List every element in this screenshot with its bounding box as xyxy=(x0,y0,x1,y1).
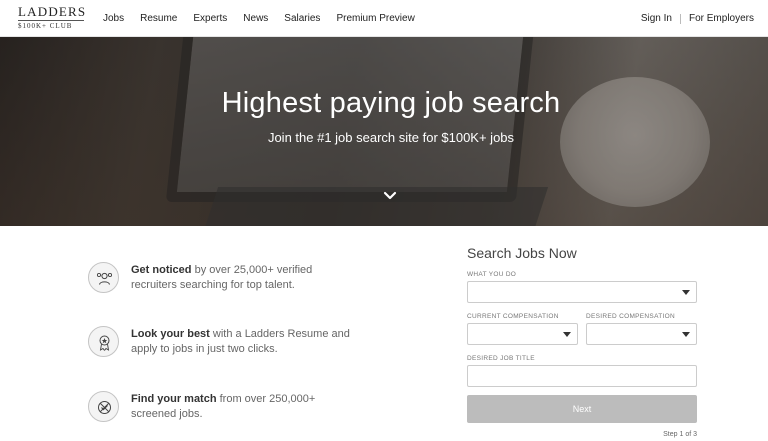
feature-look-your-best: Look your best with a Ladders Resume and… xyxy=(88,326,350,366)
caret-down-icon xyxy=(563,332,571,337)
step-indicator: Step 1 of 3 xyxy=(663,431,697,438)
feature-heading: Get noticed xyxy=(131,264,192,276)
hero-banner: Highest paying job search Join the #1 jo… xyxy=(0,37,768,226)
current-compensation-select[interactable] xyxy=(467,323,578,345)
what-you-do-label: WHAT YOU DO xyxy=(467,271,517,278)
feature-text: Find your match from over 250,000+ scree… xyxy=(131,392,361,422)
ladders-logo[interactable]: LADDERS $100K+ CLUB xyxy=(18,4,87,31)
feature-text: Look your best with a Ladders Resume and… xyxy=(131,327,361,357)
sign-in-link[interactable]: Sign In xyxy=(641,13,672,25)
current-compensation-group: CURRENT COMPENSATION xyxy=(467,313,578,345)
logo-divider xyxy=(18,20,84,21)
nav-link-premium-preview[interactable]: Premium Preview xyxy=(336,13,414,25)
current-compensation-label: CURRENT COMPENSATION xyxy=(467,313,559,320)
account-links: Sign In For Employers xyxy=(641,13,754,25)
main-nav-links: Jobs Resume Experts News Salaries Premiu… xyxy=(103,13,431,25)
next-button[interactable]: Next xyxy=(467,395,697,423)
desired-compensation-label: DESIRED COMPENSATION xyxy=(586,313,675,320)
hero-title: Highest paying job search xyxy=(221,87,561,119)
hero-subtitle: Join the #1 job search site for $100K+ j… xyxy=(267,130,515,145)
logo-tagline: $100K+ CLUB xyxy=(18,22,73,30)
chevron-down-icon[interactable] xyxy=(383,191,397,201)
search-jobs-form: Search Jobs Now WHAT YOU DO CURRENT COMP… xyxy=(467,244,697,439)
what-you-do-select[interactable] xyxy=(467,281,697,303)
feature-get-noticed: Get noticed by over 25,000+ verified rec… xyxy=(88,262,348,302)
nav-link-resume[interactable]: Resume xyxy=(140,13,177,25)
feature-heading: Look your best xyxy=(131,328,210,340)
compensation-row: CURRENT COMPENSATION DESIRED COMPENSATIO… xyxy=(467,313,697,345)
match-icon xyxy=(88,391,119,422)
nav-link-experts[interactable]: Experts xyxy=(193,13,227,25)
form-title: Search Jobs Now xyxy=(467,245,577,261)
desired-compensation-select[interactable] xyxy=(586,323,697,345)
for-employers-link[interactable]: For Employers xyxy=(689,13,754,25)
caret-down-icon xyxy=(682,332,690,337)
desired-job-title-label: DESIRED JOB TITLE xyxy=(467,355,535,362)
nav-link-news[interactable]: News xyxy=(243,13,268,25)
recruiters-icon xyxy=(88,262,119,293)
feature-heading: Find your match xyxy=(131,393,217,405)
top-navigation: LADDERS $100K+ CLUB Jobs Resume Experts … xyxy=(0,0,768,37)
feature-text: Get noticed by over 25,000+ verified rec… xyxy=(131,263,361,293)
nav-divider xyxy=(679,14,681,24)
feature-find-your-match: Find your match from over 250,000+ scree… xyxy=(88,391,348,431)
nav-link-jobs[interactable]: Jobs xyxy=(103,13,124,25)
award-ribbon-icon xyxy=(88,326,119,357)
desired-compensation-group: DESIRED COMPENSATION xyxy=(586,313,697,345)
caret-down-icon xyxy=(682,290,690,295)
desired-job-title-input[interactable] xyxy=(467,365,697,387)
nav-link-salaries[interactable]: Salaries xyxy=(284,13,320,25)
logo-wordmark: LADDERS xyxy=(18,4,87,19)
